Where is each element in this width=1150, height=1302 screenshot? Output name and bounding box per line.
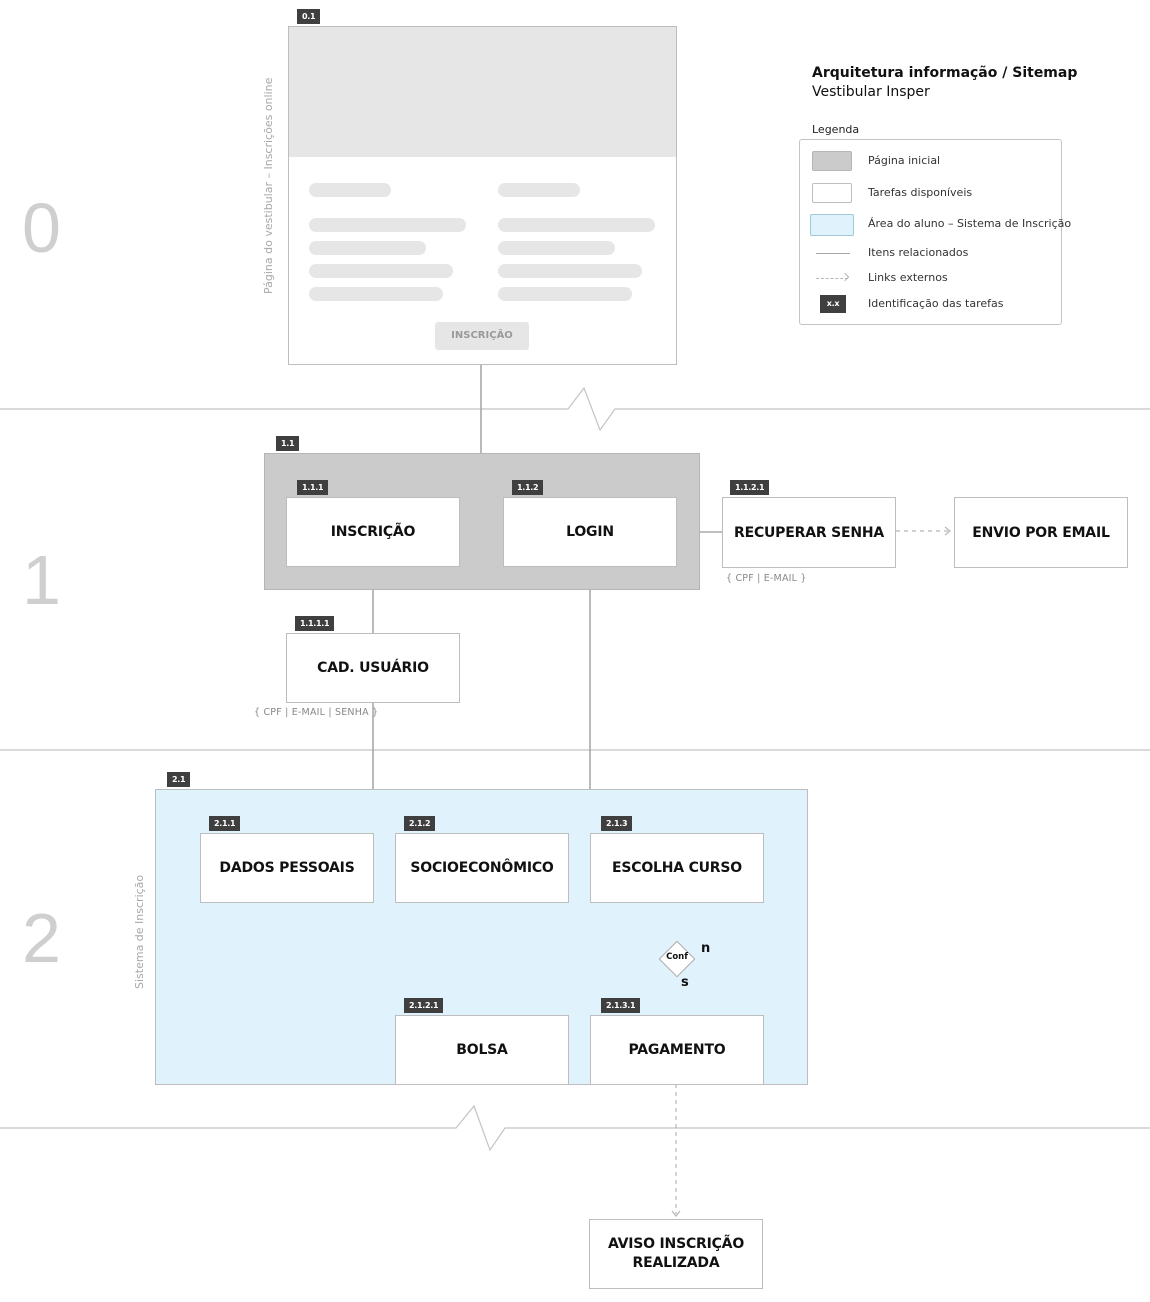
level-number-2: 2 [22, 899, 61, 977]
sistema-inscricao-side-label: Sistema de Inscrição [133, 874, 146, 989]
cad-usuario-fields-note: { CPF | E-MAIL | SENHA } [254, 707, 379, 718]
decision-yes-label: s [681, 975, 689, 990]
text-placeholder [498, 241, 615, 255]
legend-label: Tarefas disponíveis [868, 186, 973, 199]
node-login[interactable]: LOGIN [503, 497, 677, 567]
node-envio-por-email[interactable]: ENVIO POR EMAIL [954, 497, 1128, 568]
task-id-tag: 2.1.1 [209, 816, 241, 831]
text-placeholder [498, 264, 642, 278]
task-id-tag: 1.1.1.1 [295, 616, 335, 631]
node-label: PAGAMENTO [628, 1042, 726, 1058]
task-id-tag: 2.1.2.1 [404, 998, 444, 1013]
node-cad-usuario[interactable]: CAD. USUÁRIO [286, 633, 460, 703]
task-id-tag: 2.1 [167, 772, 191, 787]
homepage-side-label: Página do vestibular – Inscrições online [262, 77, 275, 294]
node-label: DADOS PESSOAIS [219, 860, 355, 876]
legend-solid-line [816, 253, 850, 254]
node-label: ESCOLHA CURSO [612, 860, 742, 876]
node-pagamento[interactable]: PAGAMENTO [590, 1015, 764, 1085]
node-label: ENVIO POR EMAIL [972, 524, 1110, 541]
diagram-subtitle: Vestibular Insper [812, 84, 930, 100]
legend-item-student-area: Área do aluno – Sistema de Inscrição [800, 213, 1071, 237]
node-label: RECUPERAR SENHA [734, 524, 884, 541]
text-placeholder [309, 218, 466, 232]
legend-tag-swatch: x.x [820, 295, 846, 313]
legend-item-external: Links externos [800, 267, 1061, 291]
hero-banner-placeholder [289, 27, 676, 157]
node-escolha-curso[interactable]: ESCOLHA CURSO [590, 833, 764, 903]
text-placeholder [309, 241, 426, 255]
legend-label: Links externos [868, 271, 948, 284]
task-id-tag: 1.1.1 [297, 480, 329, 495]
node-recuperar-senha[interactable]: RECUPERAR SENHA [722, 497, 896, 568]
legend-item-tasks: Tarefas disponíveis [800, 182, 1061, 206]
legend-label: Área do aluno – Sistema de Inscrição [868, 217, 1072, 230]
legend-item-homepage: Página inicial [800, 150, 1061, 174]
inscricao-button[interactable]: INSCRIÇÃO [435, 322, 529, 350]
node-label: BOLSA [456, 1042, 508, 1058]
node-socioeconomico[interactable]: SOCIOECONÔMICO [395, 833, 569, 903]
task-id-tag: 1.1 [276, 436, 300, 451]
level-separator-2-3 [0, 1104, 1150, 1152]
legend-label: Itens relacionados [868, 246, 969, 259]
legend-label: Identificação das tarefas [868, 297, 1004, 310]
text-placeholder [498, 218, 655, 232]
legend-swatch-white [812, 183, 852, 203]
arrow-right-icon [840, 272, 850, 282]
level-number-1: 1 [22, 541, 61, 619]
text-placeholder [498, 287, 632, 301]
legend-item-related: Itens relacionados [800, 242, 1061, 266]
decision-label: Conf [666, 952, 688, 962]
text-placeholder [309, 264, 453, 278]
text-placeholder [309, 183, 391, 197]
task-id-tag: 2.1.3 [601, 816, 633, 831]
legend-swatch-blue [810, 214, 854, 236]
node-inscricao[interactable]: INSCRIÇÃO [286, 497, 460, 567]
level-separator-0-1 [0, 386, 1150, 432]
recuperar-senha-fields-note: { CPF | E-MAIL } [726, 573, 807, 584]
node-aviso-inscricao-realizada[interactable]: AVISO INSCRIÇÃO REALIZADA [589, 1219, 763, 1289]
node-label: SOCIOECONÔMICO [410, 860, 554, 876]
task-id-tag: 2.1.2 [404, 816, 436, 831]
task-id-tag: 2.1.3.1 [601, 998, 641, 1013]
legend-title: Legenda [812, 123, 860, 136]
legend-box: Página inicial Tarefas disponíveis Área … [799, 139, 1071, 325]
task-id-tag: 1.1.2.1 [730, 480, 770, 495]
legend-item-task-id: x.x Identificação das tarefas [800, 293, 1061, 317]
task-id-tag: 1.1.2 [512, 480, 544, 495]
node-label: LOGIN [566, 524, 614, 540]
node-dados-pessoais[interactable]: DADOS PESSOAIS [200, 833, 374, 903]
legend-label: Página inicial [868, 154, 941, 167]
text-placeholder [498, 183, 580, 197]
task-id-tag: 0.1 [297, 9, 321, 24]
node-label-line2: REALIZADA [632, 1255, 720, 1271]
node-label: INSCRIÇÃO [330, 524, 416, 540]
legend-swatch-grey [812, 151, 852, 171]
diagram-title: Arquitetura informação / Sitemap [812, 65, 1078, 81]
node-label-line1: AVISO INSCRIÇÃO [607, 1236, 745, 1252]
text-placeholder [309, 287, 443, 301]
homepage-wireframe[interactable]: INSCRIÇÃO [288, 26, 677, 365]
decision-no-label: n [701, 941, 711, 956]
level-number-0: 0 [22, 189, 61, 267]
node-label: CAD. USUÁRIO [317, 660, 429, 676]
node-bolsa[interactable]: BOLSA [395, 1015, 569, 1085]
